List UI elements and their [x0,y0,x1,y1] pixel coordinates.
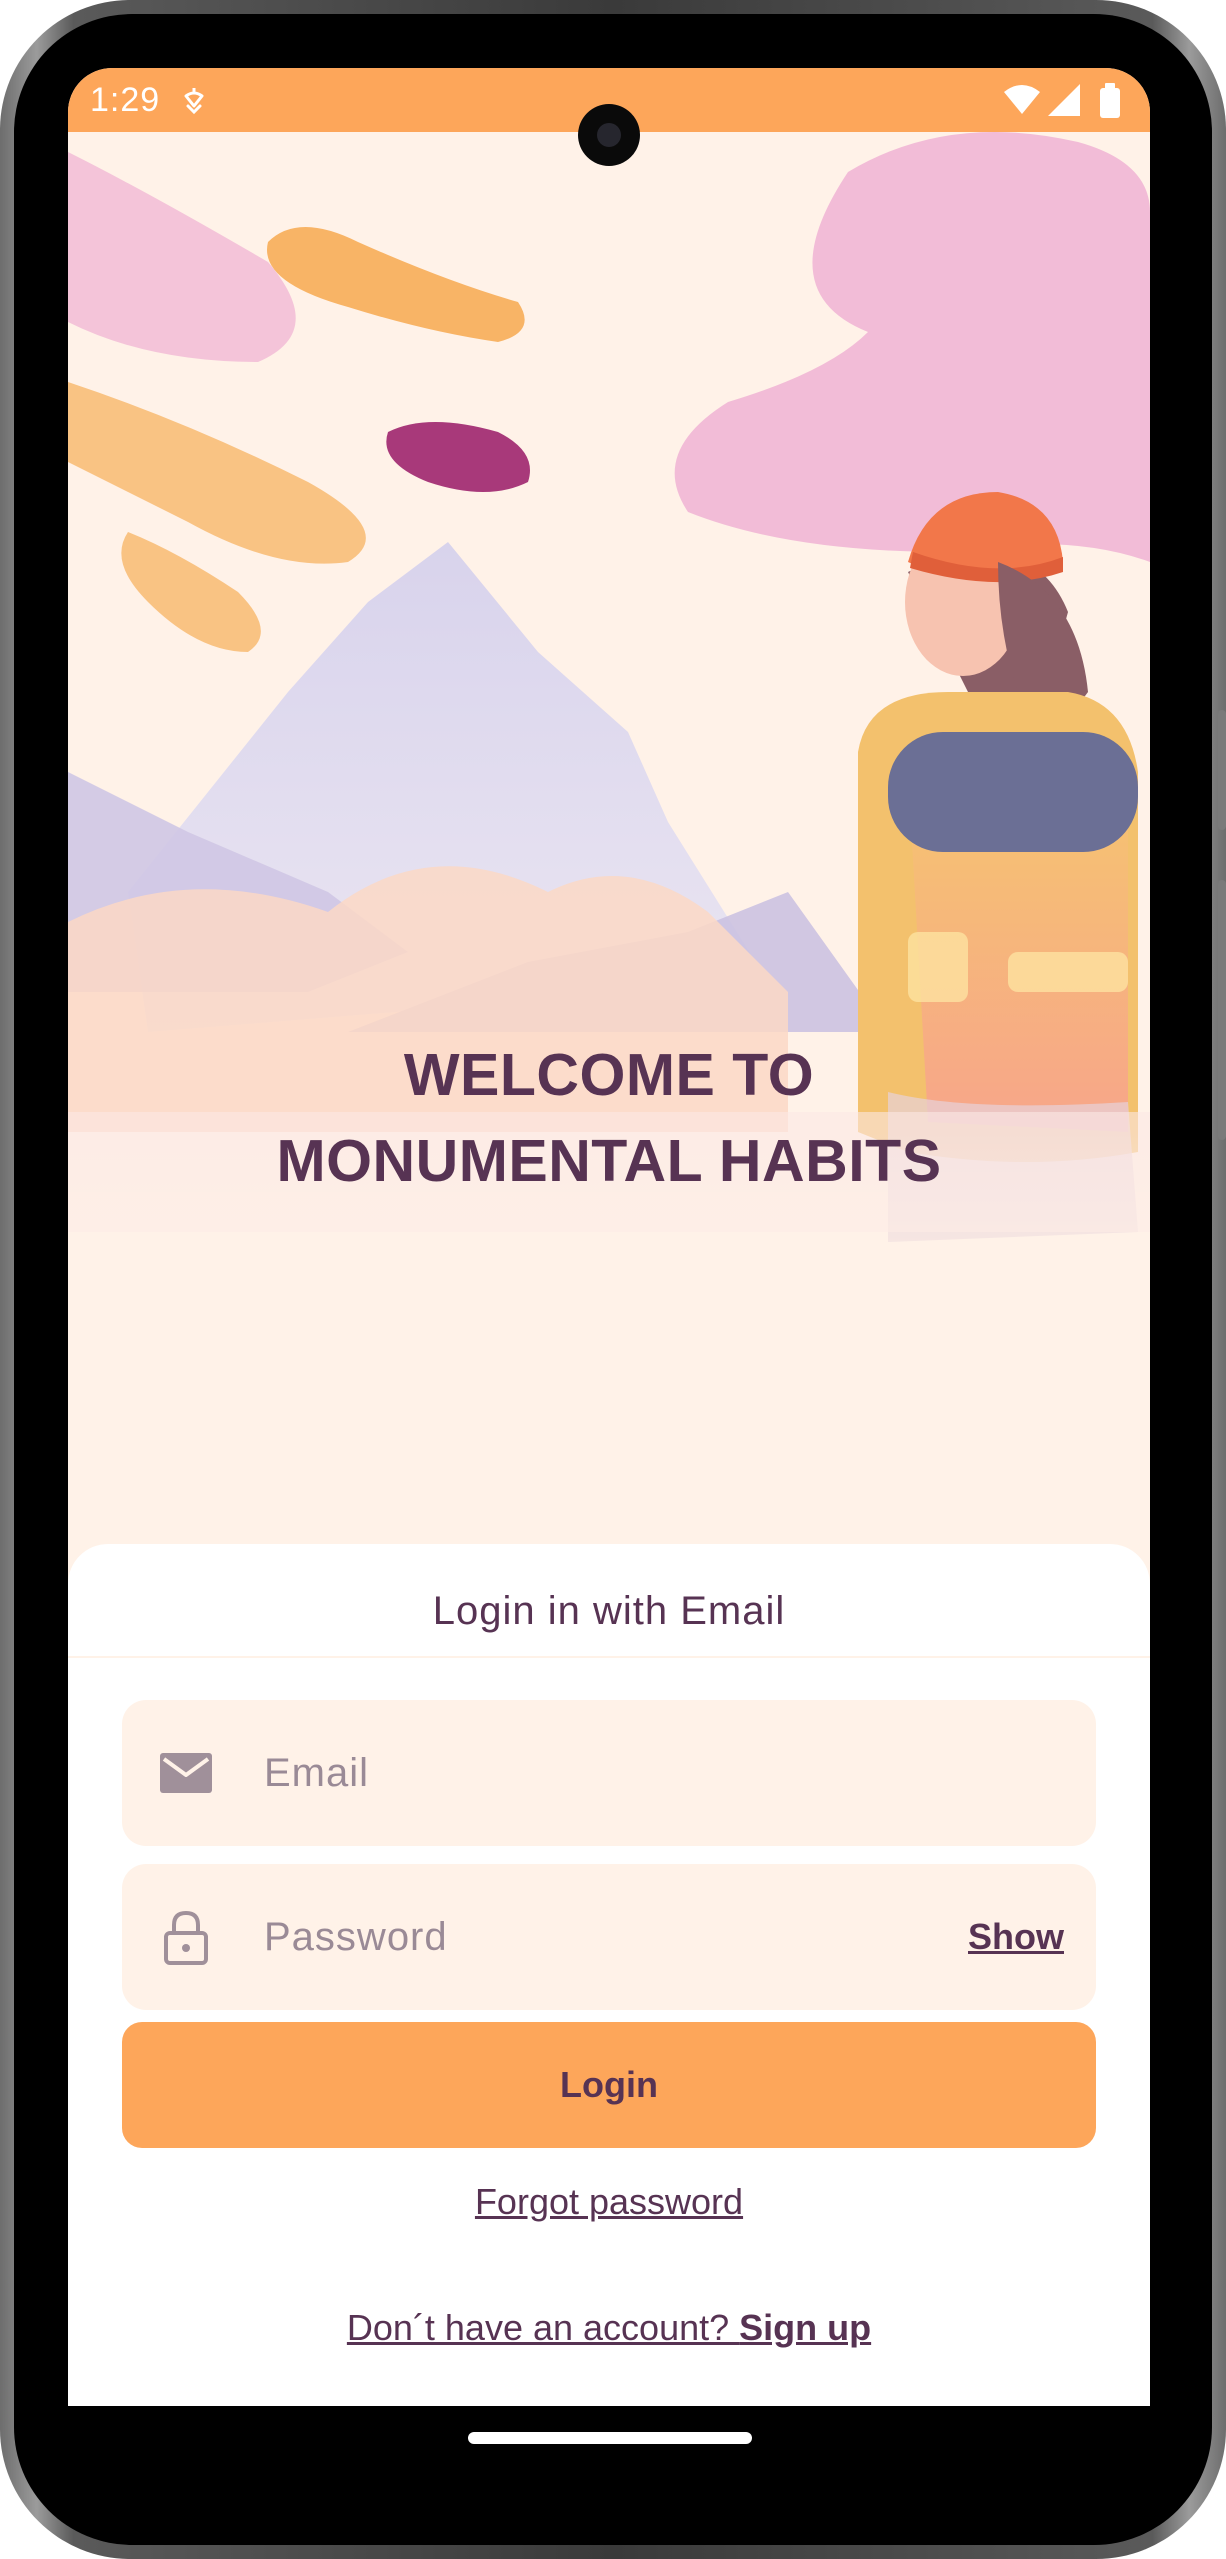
welcome-title-line-1: WELCOME TO [403,1042,815,1108]
email-input[interactable] [262,1700,942,1846]
forgot-password-link[interactable]: Forgot password [68,2180,1150,2224]
login-button[interactable]: Login [122,2022,1096,2148]
login-sheet: Login in with Email Show Login F [68,1544,1150,2406]
email-field[interactable] [122,1700,1096,1846]
lock-icon [164,1910,208,1965]
debug-icon [184,88,204,115]
device-side-button [1218,710,1226,830]
show-password-toggle[interactable]: Show [968,1916,1064,1958]
status-icons [1004,83,1120,118]
front-camera [578,104,640,166]
home-gesture-handle[interactable] [468,2432,752,2444]
welcome-title-line-2: MONUMENTAL HABITS [276,1128,942,1194]
signal-icon [1048,84,1080,116]
battery-icon [1100,83,1120,118]
hero-fade [68,1132,1150,1612]
hero-section: WELCOME TO MONUMENTAL HABITS [68,132,1150,1612]
password-input[interactable] [262,1864,942,2010]
password-field[interactable]: Show [122,1864,1096,2010]
mail-icon [160,1753,212,1793]
login-header: Login in with Email [432,1589,786,1633]
signup-link[interactable]: Sign up [739,2307,871,2348]
device-side-button [1218,880,1226,1140]
status-time: 1:29 [90,81,161,119]
divider [68,1656,1150,1658]
welcome-title: WELCOME TO MONUMENTAL HABITS [68,1032,1150,1204]
signup-row[interactable]: Don´t have an account? Sign up [68,2306,1150,2350]
signup-prompt: Don´t have an account? [346,2307,740,2348]
wifi-icon [1004,85,1040,114]
device-frame: 1:29 WELCOME TO MONUMENTAL HABITS Login … [0,0,1226,2559]
screen: 1:29 WELCOME TO MONUMENTAL HABITS Login … [68,68,1150,2406]
